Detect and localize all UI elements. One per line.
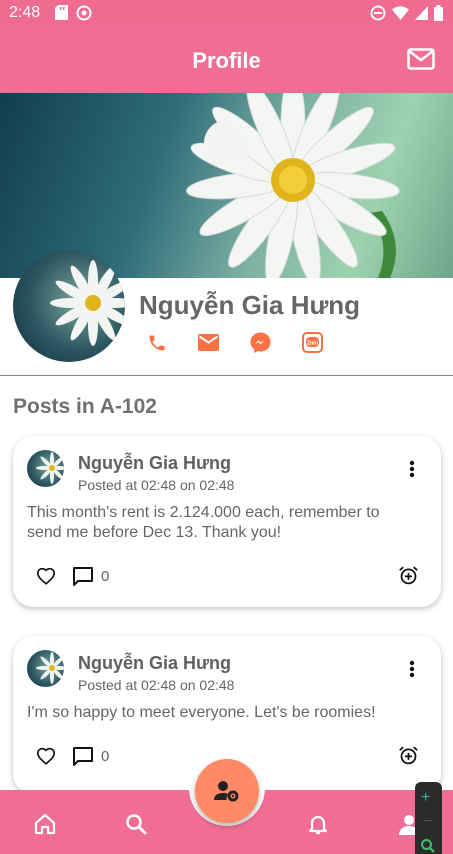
daisy-avatar-image <box>50 260 125 346</box>
post-timestamp: Posted at 02:48 on 02:48 <box>78 677 235 693</box>
comment-count: 0 <box>101 568 110 585</box>
wifi-icon <box>392 6 409 20</box>
alarm-add-icon[interactable] <box>398 745 419 766</box>
post-author-avatar[interactable] <box>27 450 64 487</box>
post-body: This month's rent is 2.124.000 each, rem… <box>27 504 380 541</box>
email-icon[interactable] <box>198 332 219 353</box>
comment-count: 0 <box>101 748 110 765</box>
status-time: 2:48 <box>9 4 41 21</box>
divider <box>0 375 453 376</box>
group-settings-icon <box>214 781 239 802</box>
heart-icon[interactable] <box>36 747 56 765</box>
post-author-avatar[interactable] <box>27 650 64 687</box>
comment-icon[interactable] <box>72 746 94 766</box>
do-not-disturb-icon <box>76 5 92 21</box>
search-icon[interactable] <box>124 812 148 836</box>
section-title: Posts in A-102 <box>13 395 157 418</box>
profile-avatar[interactable] <box>13 250 125 362</box>
home-icon[interactable] <box>33 812 57 836</box>
phone-icon[interactable] <box>146 332 167 353</box>
sd-card-icon <box>55 5 68 20</box>
post-timestamp: Posted at 02:48 on 02:48 <box>78 477 235 493</box>
zoom-in-button[interactable]: + <box>421 790 430 806</box>
signal-icon <box>415 6 428 20</box>
mail-icon[interactable] <box>407 48 435 70</box>
cover-edit-button[interactable] <box>204 120 250 166</box>
messenger-icon[interactable] <box>250 332 271 353</box>
app-bar: Profile <box>0 27 453 93</box>
magnifier-icon[interactable] <box>420 838 436 854</box>
page-title: Profile <box>192 48 261 73</box>
more-vert-icon[interactable] <box>409 660 415 678</box>
heart-icon[interactable] <box>36 567 56 585</box>
block-icon <box>370 5 386 21</box>
alarm-add-icon[interactable] <box>398 565 419 586</box>
zoom-control: + − <box>415 782 442 854</box>
contact-actions: Zalo <box>146 332 323 353</box>
profile-name: Nguyễn Gia Hưng <box>139 290 361 320</box>
status-bar: 2:48 <box>0 0 453 27</box>
post-body: I'm so happy to meet everyone. Let's be … <box>27 704 376 721</box>
bell-icon[interactable] <box>306 812 330 836</box>
group-settings-button[interactable] <box>195 759 259 823</box>
zoom-out-button[interactable]: − <box>423 814 432 830</box>
comment-icon[interactable] <box>72 566 94 586</box>
post-author-name[interactable]: Nguyễn Gia Hưng <box>78 653 231 674</box>
more-vert-icon[interactable] <box>409 460 415 478</box>
svg-text:Zalo: Zalo <box>307 341 319 347</box>
post-card[interactable]: Nguyễn Gia Hưng Posted at 02:48 on 02:48… <box>13 436 441 607</box>
zalo-icon[interactable]: Zalo <box>302 332 323 353</box>
post-author-name[interactable]: Nguyễn Gia Hưng <box>78 453 231 474</box>
battery-icon <box>434 5 443 21</box>
